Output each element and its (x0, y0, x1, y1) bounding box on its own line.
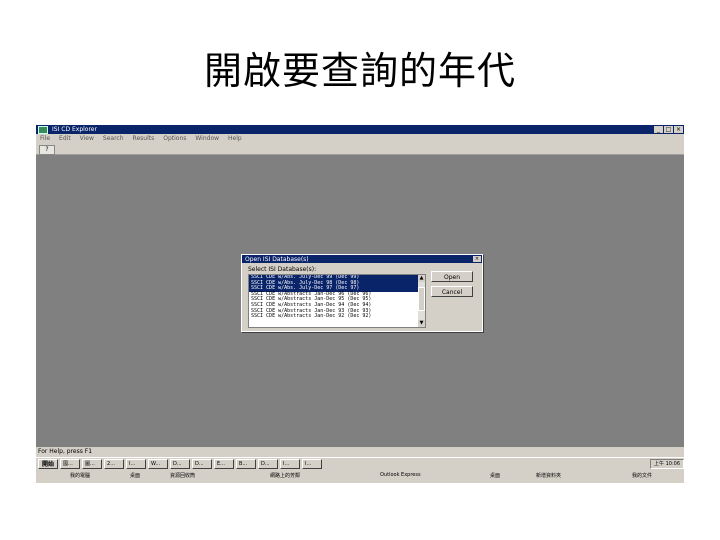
quick-item[interactable]: 網路上的芳鄰 (270, 472, 300, 479)
menu-edit[interactable]: Edit (59, 135, 71, 142)
taskbar-item[interactable]: D... (170, 459, 191, 469)
menu-view[interactable]: View (80, 135, 94, 142)
help-tool-button[interactable]: ? (39, 145, 55, 155)
open-button[interactable]: Open (431, 271, 473, 282)
scroll-thumb[interactable] (418, 287, 425, 311)
minimize-button[interactable]: _ (654, 126, 663, 133)
quick-item[interactable]: 新增資料夾 (536, 472, 561, 479)
dialog-titlebar: Open ISI Database(s) × (242, 255, 482, 263)
app-title: ISI CD Explorer (52, 126, 97, 133)
taskbar-item[interactable]: D... (258, 459, 279, 469)
menu-search[interactable]: Search (103, 135, 124, 142)
status-bar: For Help, press F1 (36, 447, 684, 457)
screenshot: ISI CD Explorer _ □ × File Edit View Sea… (36, 125, 684, 483)
database-item[interactable]: SSCI CDE w/Abstracts Jan-Dec 92 (Dec 92) (249, 314, 425, 320)
quick-item[interactable]: 我的文件 (632, 472, 652, 479)
taskbar-item[interactable]: I... (302, 459, 323, 469)
taskbar-item[interactable]: E... (214, 459, 235, 469)
dialog-close-button[interactable]: × (473, 256, 481, 262)
app-icon (38, 125, 48, 134)
app-titlebar: ISI CD Explorer _ □ × (36, 125, 684, 134)
menu-help[interactable]: Help (228, 135, 242, 142)
taskbar-item[interactable]: 2... (104, 459, 125, 469)
menu-file[interactable]: File (40, 135, 50, 142)
dialog-title: Open ISI Database(s) (245, 255, 309, 263)
quick-launch-bar: 我的電腦 桌面 資源回收筒 網路上的芳鄰 Outlook Express 桌面 … (36, 470, 684, 483)
close-button[interactable]: × (674, 126, 683, 133)
system-tray-clock: 上午 10:06 (650, 459, 684, 469)
maximize-button[interactable]: □ (664, 126, 673, 133)
taskbar-item[interactable]: I... (126, 459, 147, 469)
menu-window[interactable]: Window (195, 135, 219, 142)
slide-title: 開啟要查詢的年代 (203, 49, 516, 93)
quick-item[interactable]: 桌面 (490, 472, 500, 479)
quick-item[interactable]: 我的電腦 (70, 472, 90, 479)
cancel-button[interactable]: Cancel (431, 286, 473, 297)
list-scrollbar[interactable]: ▲ ▼ (418, 275, 425, 327)
open-database-dialog: Open ISI Database(s) × Select ISI Databa… (241, 254, 483, 332)
menu-options[interactable]: Options (163, 135, 186, 142)
quick-item[interactable]: Outlook Express (380, 472, 421, 478)
start-button[interactable]: 開始 (38, 459, 59, 469)
database-list-label: Select ISI Database(s): (248, 266, 317, 273)
taskbar-item[interactable]: 圖... (82, 459, 103, 469)
taskbar-item[interactable]: W... (148, 459, 169, 469)
scroll-down-icon[interactable]: ▼ (418, 320, 425, 327)
taskbar: 開始 國... 圖... 2... I... W... D... D... E.… (36, 457, 684, 470)
scroll-up-icon[interactable]: ▲ (418, 275, 425, 282)
quick-item[interactable]: 桌面 (130, 472, 140, 479)
taskbar-item[interactable]: 國... (60, 459, 81, 469)
taskbar-item[interactable]: I... (280, 459, 301, 469)
taskbar-item[interactable]: B... (236, 459, 257, 469)
window-controls: _ □ × (654, 126, 683, 133)
quick-item[interactable]: 資源回收筒 (170, 472, 195, 479)
menu-bar: File Edit View Search Results Options Wi… (36, 134, 684, 143)
database-list[interactable]: SSCI CDE w/Abs. July-Dec 99 (Dec 99) SSC… (248, 274, 426, 328)
taskbar-item[interactable]: D... (192, 459, 213, 469)
menu-results[interactable]: Results (133, 135, 155, 142)
toolbar: ? (36, 143, 684, 155)
